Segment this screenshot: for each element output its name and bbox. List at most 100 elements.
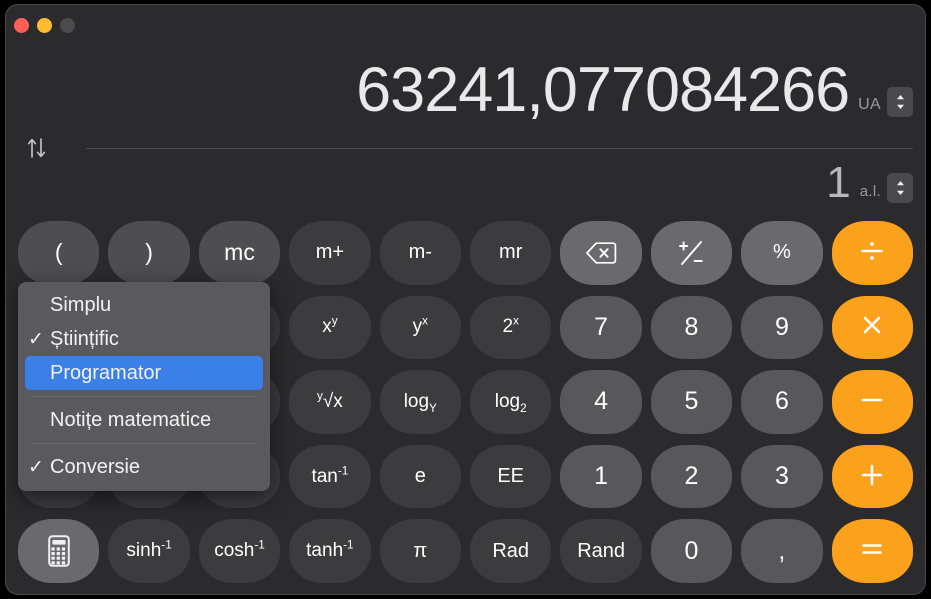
display-area: 63241,077084266 UA 1 a.l. bbox=[6, 45, 925, 217]
checkmark-icon: ✓ bbox=[28, 328, 44, 350]
y-power-x-key-label: yx bbox=[412, 315, 428, 338]
percent-key[interactable]: % bbox=[741, 221, 823, 285]
digit-3-key[interactable]: 3 bbox=[741, 444, 823, 509]
arctangent-key-2[interactable]: tan-1 bbox=[289, 444, 371, 509]
menu-item-label: Simplu bbox=[50, 293, 112, 316]
calculator-icon bbox=[47, 535, 70, 567]
digit-5-key-label: 5 bbox=[684, 387, 699, 416]
digit-9-key-label: 9 bbox=[774, 312, 789, 341]
equals-icon bbox=[862, 544, 883, 554]
percent-key-label: % bbox=[772, 241, 791, 264]
backspace-icon bbox=[586, 242, 617, 264]
digit-5-key[interactable]: 5 bbox=[650, 370, 733, 434]
digit-8-key-label: 8 bbox=[684, 312, 699, 341]
pi-key[interactable]: π bbox=[379, 519, 461, 583]
menu-item-programator[interactable]: Programator bbox=[25, 356, 263, 390]
radians-key[interactable]: Rad bbox=[470, 519, 552, 583]
memory-clear-key[interactable]: mc bbox=[198, 221, 281, 285]
primary-unit-stepper[interactable] bbox=[887, 87, 913, 117]
menu-item-notițe-matematice[interactable]: Notițe matematice bbox=[18, 403, 270, 437]
two-power-x-key[interactable]: 2x bbox=[470, 295, 552, 360]
digit-2-key-label: 2 bbox=[684, 462, 699, 491]
close-paren-key-label: ) bbox=[145, 239, 153, 266]
log-2-key[interactable]: log2 bbox=[470, 370, 552, 434]
arccosh-key[interactable]: cosh-1 bbox=[198, 519, 281, 583]
radians-key-label: Rad bbox=[492, 539, 530, 562]
arcsinh-key[interactable]: sinh-1 bbox=[108, 519, 190, 583]
memory-subtract-key-label: m- bbox=[408, 241, 432, 264]
digit-3-key-label: 3 bbox=[774, 462, 789, 491]
minus-icon bbox=[861, 398, 883, 402]
unit-divider-row bbox=[20, 133, 913, 163]
digit-4-key-label: 4 bbox=[594, 387, 609, 416]
memory-add-key-label: m+ bbox=[315, 241, 345, 264]
arccosh-key-label: cosh-1 bbox=[214, 538, 265, 562]
close-window-button[interactable] bbox=[14, 18, 29, 33]
digit-4-key[interactable]: 4 bbox=[560, 370, 642, 434]
multiply-icon bbox=[863, 317, 881, 334]
secondary-unit-stepper[interactable] bbox=[887, 173, 913, 203]
menu-separator bbox=[32, 396, 256, 397]
y-root-x-key[interactable]: y√x bbox=[289, 370, 371, 434]
secondary-unit-label: a.l. bbox=[859, 183, 881, 200]
menu-item-științific[interactable]: ✓ Științific bbox=[18, 322, 270, 356]
memory-subtract-key[interactable]: m- bbox=[379, 221, 461, 285]
sign-toggle-key[interactable] bbox=[650, 221, 733, 285]
minimize-window-button[interactable] bbox=[37, 18, 52, 33]
multiply-key[interactable] bbox=[831, 295, 913, 360]
arcsinh-key-label: sinh-1 bbox=[126, 538, 172, 562]
menu-item-label: Notițe matematice bbox=[50, 408, 212, 431]
log-y-key[interactable]: logY bbox=[379, 370, 461, 434]
swap-units-button[interactable] bbox=[20, 133, 54, 163]
arctanh-key[interactable]: tanh-1 bbox=[289, 519, 371, 583]
pi-key-label: π bbox=[413, 539, 428, 562]
exponent-key-label: EE bbox=[497, 465, 525, 488]
chevron-up-down-icon bbox=[896, 95, 904, 109]
calculator-window: 63241,077084266 UA 1 a.l. () mc m+ m- m… bbox=[6, 5, 925, 594]
calculator-mode-key[interactable] bbox=[18, 519, 100, 583]
secondary-display-row: 1 a.l. bbox=[826, 161, 913, 205]
x-power-y-key[interactable]: xy bbox=[289, 295, 371, 360]
backspace-key[interactable] bbox=[560, 221, 642, 285]
memory-add-key[interactable]: m+ bbox=[289, 221, 371, 285]
add-key-glyph bbox=[857, 460, 887, 494]
zoom-window-button[interactable] bbox=[60, 18, 75, 33]
menu-separator bbox=[32, 443, 256, 444]
y-root-x-key-label: y√x bbox=[316, 389, 343, 412]
decimal-key[interactable]: , bbox=[741, 519, 823, 583]
subtract-key-glyph bbox=[857, 385, 887, 419]
multiply-key-glyph bbox=[857, 310, 887, 344]
plus-minus-icon bbox=[679, 240, 704, 265]
digit-0-key[interactable]: 0 bbox=[650, 519, 733, 583]
digit-8-key[interactable]: 8 bbox=[650, 295, 733, 360]
chevron-up-down-icon bbox=[896, 181, 904, 195]
open-paren-key-label: ( bbox=[54, 239, 63, 266]
euler-key[interactable]: e bbox=[379, 444, 461, 509]
random-key[interactable]: Rand bbox=[560, 519, 642, 583]
digit-2-key[interactable]: 2 bbox=[650, 444, 733, 509]
exponent-key[interactable]: EE bbox=[470, 444, 552, 509]
add-key[interactable] bbox=[831, 444, 913, 509]
open-paren-key[interactable]: ( bbox=[18, 221, 100, 285]
menu-item-label: Științific bbox=[50, 327, 119, 350]
digit-6-key[interactable]: 6 bbox=[741, 370, 823, 434]
subtract-key[interactable] bbox=[831, 370, 913, 434]
divide-key-glyph bbox=[857, 236, 887, 270]
digit-6-key-label: 6 bbox=[774, 387, 789, 416]
x-power-y-key-label: xy bbox=[322, 315, 338, 338]
calculator-mode-menu: Simplu ✓ Științific Programator Notițe matem… bbox=[18, 282, 270, 491]
secondary-value: 1 bbox=[826, 158, 851, 207]
digit-1-key[interactable]: 1 bbox=[560, 444, 642, 509]
menu-item-label: Conversie bbox=[50, 455, 141, 478]
equals-key[interactable] bbox=[831, 519, 913, 583]
divide-key[interactable] bbox=[831, 221, 913, 285]
digit-7-key[interactable]: 7 bbox=[560, 295, 642, 360]
digit-1-key-label: 1 bbox=[594, 462, 609, 491]
digit-9-key[interactable]: 9 bbox=[741, 295, 823, 360]
menu-item-simplu[interactable]: Simplu bbox=[18, 288, 270, 322]
y-power-x-key[interactable]: yx bbox=[379, 295, 461, 360]
display-divider bbox=[86, 148, 913, 149]
memory-recall-key[interactable]: mr bbox=[470, 221, 552, 285]
close-paren-key[interactable]: ) bbox=[108, 221, 190, 285]
menu-item-conversie[interactable]: ✓ Conversie bbox=[18, 450, 270, 484]
